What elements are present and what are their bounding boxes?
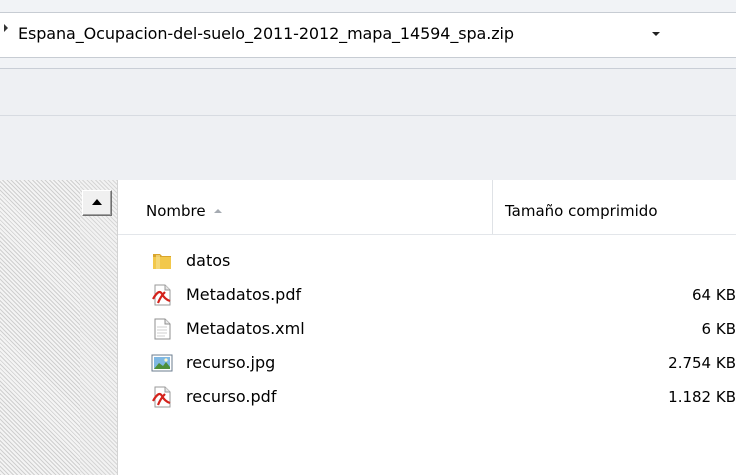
file-size: 64 KB	[692, 286, 736, 304]
file-name: datos	[186, 251, 231, 270]
list-item[interactable]: Metadatos.pdf 64 KB	[118, 278, 736, 312]
file-size: 6 KB	[701, 320, 736, 338]
breadcrumb-zip-folder[interactable]: Espana_Ocupacion-del-suelo_2011-2012_map…	[18, 24, 514, 43]
navigation-scrollbar[interactable]	[80, 180, 118, 475]
column-header-row: Nombre Tamaño comprimido	[118, 180, 736, 235]
document-icon	[151, 318, 173, 340]
file-name: recurso.jpg	[186, 353, 276, 372]
breadcrumb-separator-icon[interactable]	[4, 24, 8, 32]
navigation-pane	[0, 180, 80, 475]
pdf-icon	[151, 284, 173, 306]
address-bar: Espana_Ocupacion-del-suelo_2011-2012_map…	[0, 0, 736, 69]
file-size: 1.182 KB	[668, 388, 736, 406]
image-icon	[151, 352, 173, 374]
address-field[interactable]: Espana_Ocupacion-del-suelo_2011-2012_map…	[0, 12, 736, 58]
explorer-window: Espana_Ocupacion-del-suelo_2011-2012_map…	[0, 0, 736, 475]
file-rows: datos Metadatos.pdf 64 KB Metadatos.xml …	[118, 244, 736, 414]
list-item[interactable]: recurso.jpg 2.754 KB	[118, 346, 736, 380]
command-bar	[0, 116, 736, 180]
toolbar	[0, 69, 736, 116]
breadcrumb-dropdown-icon[interactable]	[652, 32, 660, 36]
column-header-size-label: Tamaño comprimido	[505, 202, 658, 220]
list-item[interactable]: Metadatos.xml 6 KB	[118, 312, 736, 346]
file-name: Metadatos.xml	[186, 319, 305, 338]
column-header-name-label: Nombre	[146, 202, 206, 220]
file-name: Metadatos.pdf	[186, 285, 302, 304]
file-list: Nombre Tamaño comprimido datos Metadatos…	[118, 180, 736, 475]
sort-ascending-icon	[213, 209, 222, 213]
column-header-name[interactable]: Nombre	[118, 180, 493, 234]
arrow-up-icon	[92, 199, 102, 205]
scroll-up-button[interactable]	[82, 190, 112, 216]
column-header-compressed-size[interactable]: Tamaño comprimido	[493, 180, 736, 234]
list-item[interactable]: recurso.pdf 1.182 KB	[118, 380, 736, 414]
pdf-icon	[151, 386, 173, 408]
folder-icon	[151, 250, 173, 272]
list-item[interactable]: datos	[118, 244, 736, 278]
file-size: 2.754 KB	[668, 354, 736, 372]
file-name: recurso.pdf	[186, 387, 277, 406]
